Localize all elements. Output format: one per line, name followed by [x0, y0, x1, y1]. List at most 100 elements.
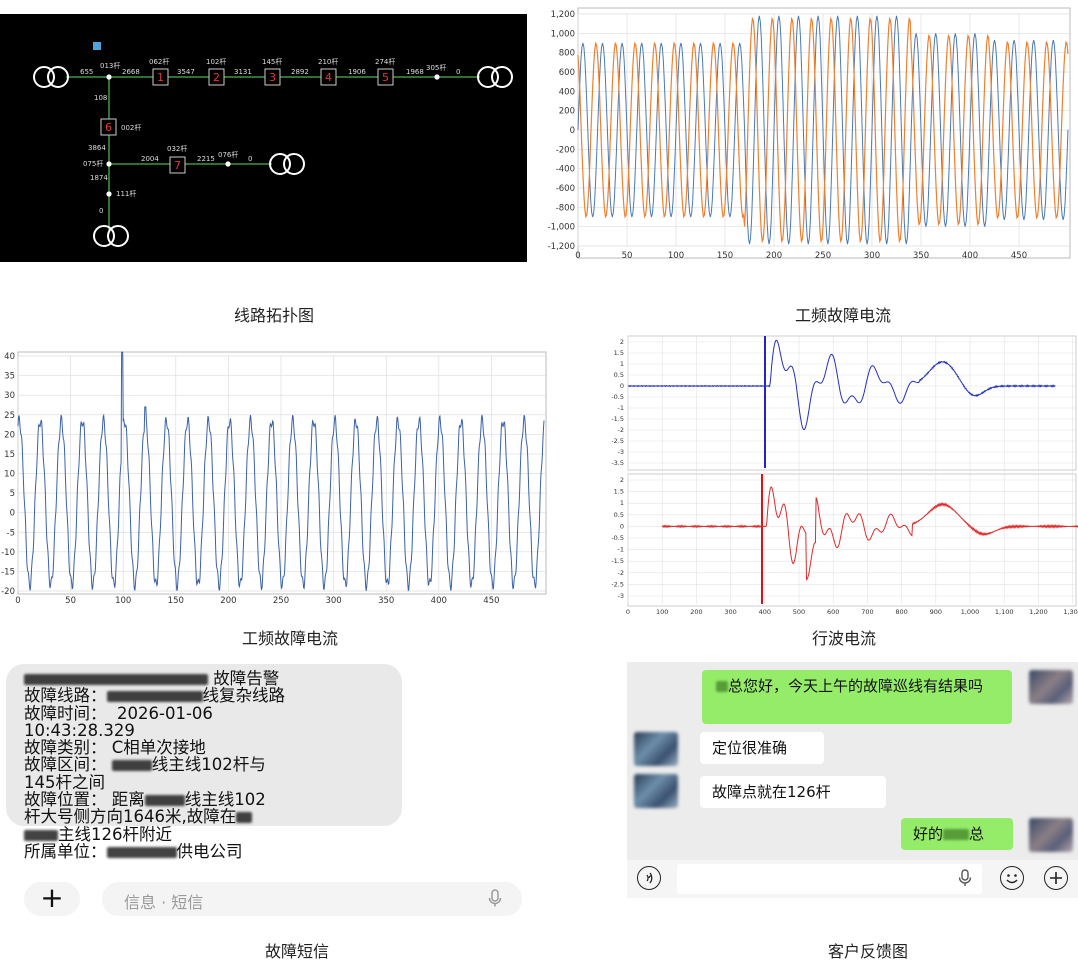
y-tick-label: -0.5 [611, 393, 624, 401]
y-tick-label: 0 [10, 509, 15, 519]
y-tick-label: -10 [1, 548, 15, 558]
switch-6-label: 6 [105, 121, 112, 134]
x-tick-label: 800 [895, 608, 907, 616]
chat-message-text: 故障点就在126杆 [712, 783, 831, 801]
add-icon[interactable] [1044, 866, 1068, 890]
chat-input[interactable] [677, 864, 982, 894]
sms-time-clock: 10:43:28.329 [24, 720, 135, 740]
sms-caption: 故障短信 [265, 942, 330, 961]
avatar[interactable] [1029, 818, 1073, 852]
x-tick-label: 150 [168, 596, 184, 606]
topology-caption: 线路拓扑图 [234, 306, 315, 325]
sms-unit-label: 所属单位： [24, 841, 107, 861]
voice-mode-icon[interactable] [637, 866, 661, 890]
pole-label: 062杆 [149, 57, 169, 66]
sms-line-value: 线复杂线路 [202, 686, 286, 706]
y-tick-label: 2 [620, 476, 624, 484]
sms-input-placeholder: 信息 · 短信 [124, 893, 204, 912]
pole-label: 032杆 [167, 144, 187, 153]
line-length-label: 1906 [348, 68, 366, 76]
y-tick-label: -15 [1, 567, 15, 577]
power-freq-chart-1: 1,200 1,000 800 600 400 200 0 -200 -400 -600 -800 -… [548, 7, 1071, 261]
pole-label: 305杆 [426, 63, 446, 72]
x-tick-label: 250 [273, 596, 289, 606]
x-tick-label: 250 [815, 251, 831, 261]
switch-1-label: 1 [157, 71, 164, 84]
x-tick-label: 100 [656, 608, 668, 616]
y-tick-label: -2 [618, 569, 624, 577]
sms-position-value-3: 主线126杆附近 [58, 824, 172, 844]
y-tick-label: 0 [620, 522, 624, 530]
y-tick-label: -20 [1, 587, 15, 597]
y-tick-label: 1,200 [551, 10, 575, 20]
y-tick-label: -400 [556, 165, 575, 175]
x-tick-label: 200 [766, 251, 782, 261]
sms-input[interactable]: 信息 · 短信 [102, 882, 522, 916]
sms-type: 故障类别： C相单次接地 [24, 738, 206, 758]
x-tick-label: 1,300 [1063, 608, 1078, 616]
traveling-wave-caption: 行波电流 [812, 629, 877, 648]
pole-label: 076杆 [218, 150, 238, 159]
x-tick-label: 50 [622, 251, 633, 261]
chat-message-text: 好的 [913, 825, 944, 843]
emoji-icon[interactable] [1000, 866, 1024, 890]
y-tick-label: 400 [559, 87, 575, 97]
x-tick-label: 1,100 [995, 608, 1014, 616]
line-length-label: 1874 [90, 174, 108, 182]
y-tick-label: 600 [559, 68, 575, 78]
line-length-label: 2215 [197, 155, 215, 163]
x-tick-label: 200 [690, 608, 702, 616]
line-length-label: 0 [248, 155, 252, 163]
avatar[interactable] [634, 774, 678, 808]
line-length-label: 2892 [291, 68, 309, 76]
x-tick-label: 0 [15, 596, 20, 606]
y-tick-label: -2.5 [611, 437, 624, 445]
y-tick-label: 0 [620, 382, 624, 390]
x-tick-label: 100 [115, 596, 131, 606]
y-tick-label: 20 [4, 430, 15, 440]
x-tick-label: 350 [913, 251, 929, 261]
y-tick-label: -200 [556, 145, 575, 155]
y-tick-label: -2 [618, 426, 624, 434]
y-tick-label: -1.5 [611, 557, 624, 565]
avatar[interactable] [1029, 670, 1073, 704]
x-tick-label: 350 [378, 596, 394, 606]
add-attachment-button[interactable]: + [24, 882, 80, 916]
x-tick-label: 900 [930, 608, 942, 616]
microphone-icon[interactable] [958, 869, 972, 889]
pole-label: 274杆 [375, 57, 395, 66]
avatar[interactable] [634, 732, 678, 766]
sms-line-label: 故障线路： [24, 686, 107, 706]
x-tick-label: 400 [431, 596, 447, 606]
y-tick-label: 0 [570, 126, 575, 136]
y-tick-label: -800 [556, 203, 575, 213]
y-tick-label: -2.5 [611, 580, 624, 588]
x-tick-label: 500 [793, 608, 805, 616]
sms-position-label: 故障位置： 距离 [24, 790, 145, 810]
switch-4-label: 4 [325, 71, 332, 84]
switch-3-label: 3 [269, 71, 276, 84]
sms-time-date: 2026-01-06 [117, 703, 213, 723]
microphone-icon[interactable] [488, 889, 502, 909]
sms-time-label: 故障时间： [24, 703, 107, 723]
chat-message-out-2: 好的 总 [901, 818, 1013, 850]
y-tick-label: 0.5 [614, 371, 624, 379]
y-tick-label: -1.5 [611, 415, 624, 423]
y-tick-label: -3 [618, 448, 624, 456]
sms-bubble: 故障告警 故障线路： 线复杂线路 故障时间： 2026-01-06 10:43:2… [6, 664, 402, 860]
y-tick-label: 1.5 [614, 349, 624, 357]
y-tick-label: 35 [4, 372, 15, 382]
line-length-label: 0 [456, 68, 460, 76]
power-freq-chart-2: 4035302520151050-5-10-15-200 50 100 150 200 2… [1, 351, 547, 606]
sms-title: 故障告警 [213, 669, 280, 688]
chat-message-text: 总您好，今天上午的故障巡线有结果吗 [728, 677, 984, 695]
line-length-label: 3131 [234, 68, 252, 76]
chat-message-in-1: 定位很准确 [700, 732, 824, 764]
chat-input-bar [627, 860, 1078, 898]
line-length-label: 3547 [177, 68, 195, 76]
traveling-wave-chart: 0 100 200 300 400 500 600 700 800 900 1,000 1,100 1,… [611, 335, 1078, 616]
sms-position-value-2: 杆大号侧方向1646米,故障在 [24, 807, 237, 827]
y-tick-label: 2 [620, 338, 624, 346]
x-tick-label: 1,000 [961, 608, 980, 616]
y-tick-label: -1 [618, 404, 624, 412]
